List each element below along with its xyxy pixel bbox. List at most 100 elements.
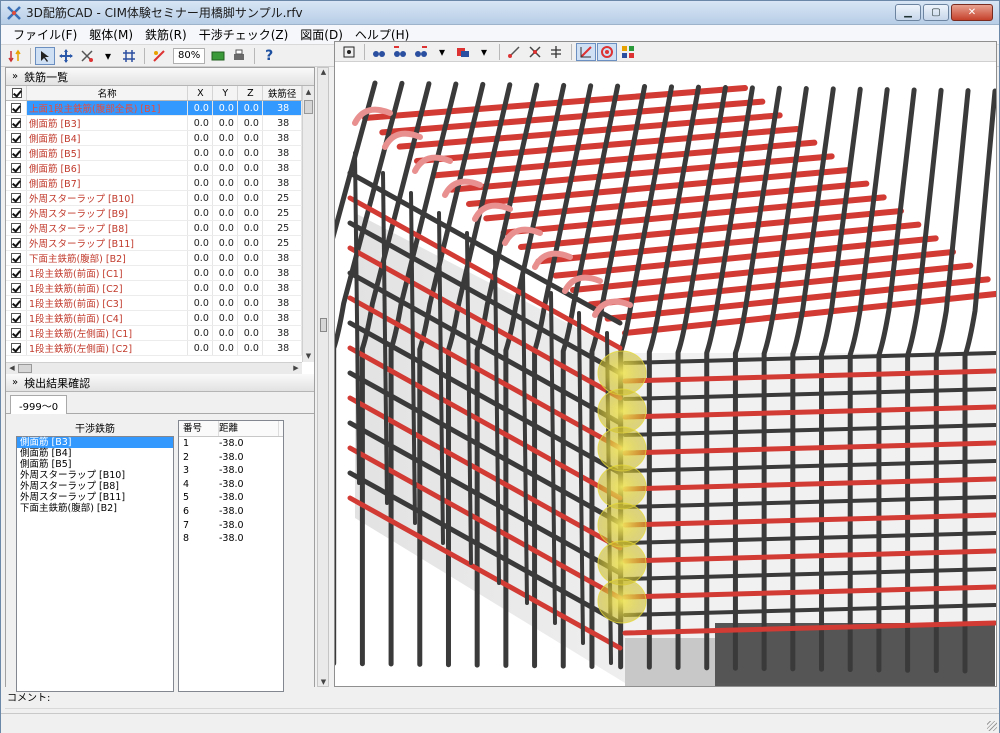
move-icon[interactable] <box>56 47 76 65</box>
rebar-checkbox[interactable] <box>11 313 21 323</box>
select-arrow-icon[interactable] <box>35 46 55 65</box>
rebar-checkbox[interactable] <box>11 223 21 233</box>
table-row[interactable]: 4 -38.0 <box>179 478 283 492</box>
row-check[interactable] <box>6 175 27 191</box>
table-row[interactable]: 側面筋 [B4] 0.0 0.0 0.0 38 <box>6 130 302 146</box>
comment-bar[interactable]: コメント: <box>5 691 997 709</box>
scroll-thumb[interactable] <box>320 318 327 332</box>
scroll-thumb[interactable] <box>18 364 32 373</box>
rebar-vertical-scrollbar[interactable]: ▲ ▼ <box>302 86 314 362</box>
check-all-checkbox[interactable] <box>12 88 23 98</box>
tab-range[interactable]: -999～0 <box>10 395 68 415</box>
rebar-checkbox[interactable] <box>11 193 21 203</box>
row-check[interactable] <box>6 145 27 161</box>
table-row[interactable]: 8 -38.0 <box>179 532 283 546</box>
table-row[interactable]: 3 -38.0 <box>179 464 283 478</box>
binoculars-prev-icon[interactable] <box>390 43 410 61</box>
column-header[interactable]: Y <box>212 86 239 101</box>
rebar-checkbox[interactable] <box>11 163 21 173</box>
list-item[interactable]: 外周スターラップ [B11] <box>17 492 173 503</box>
minimize-button[interactable]: ▁ <box>895 4 921 21</box>
list-item[interactable]: 下面主鉄筋(腹部) [B2] <box>17 503 173 514</box>
list-item[interactable]: 外周スターラップ [B10] <box>17 470 173 481</box>
interference-marker[interactable] <box>597 388 647 434</box>
row-check[interactable] <box>6 205 27 221</box>
row-check[interactable] <box>6 100 27 116</box>
fit-view-icon[interactable] <box>339 43 359 61</box>
table-row[interactable]: 外周スターラップ [B10] 0.0 0.0 0.0 25 <box>6 190 302 206</box>
row-check[interactable] <box>6 160 27 176</box>
table-row[interactable]: 側面筋 [B5] 0.0 0.0 0.0 38 <box>6 145 302 161</box>
rebar-checkbox[interactable] <box>11 268 21 278</box>
collapse-chevron-icon[interactable]: » <box>12 71 18 82</box>
target-icon[interactable] <box>597 42 617 61</box>
row-check[interactable] <box>6 325 27 341</box>
dimension-icon[interactable] <box>504 43 524 61</box>
column-header[interactable]: X <box>187 86 214 101</box>
table-row[interactable]: 6 -38.0 <box>179 505 283 519</box>
intersect-icon[interactable] <box>525 43 545 61</box>
row-check[interactable] <box>6 295 27 311</box>
3d-viewport[interactable] <box>335 63 996 686</box>
view-icon[interactable] <box>208 47 228 65</box>
table-row[interactable]: 外周スターラップ [B9] 0.0 0.0 0.0 25 <box>6 205 302 221</box>
color-palette-icon[interactable] <box>618 43 638 61</box>
table-row[interactable]: 1段主鉄筋(前面) [C3] 0.0 0.0 0.0 38 <box>6 295 302 311</box>
rebar-checkbox[interactable] <box>11 253 21 263</box>
close-button[interactable]: ✕ <box>951 4 993 21</box>
table-row[interactable]: 5 -38.0 <box>179 491 283 505</box>
collapse-chevron-icon[interactable]: » <box>12 377 18 388</box>
row-check[interactable] <box>6 265 27 281</box>
rebar-checkbox[interactable] <box>11 343 21 353</box>
list-item[interactable]: 側面筋 [B4] <box>17 448 173 459</box>
table-row[interactable]: 側面筋 [B3] 0.0 0.0 0.0 38 <box>6 115 302 131</box>
interference-marker[interactable] <box>597 426 647 472</box>
dropdown-chevron-icon[interactable]: ▾ <box>474 43 494 61</box>
column-header[interactable]: 鉄筋径 <box>262 86 302 101</box>
dropdown-chevron-icon[interactable]: ▾ <box>432 43 452 61</box>
binoculars-next-icon[interactable] <box>411 43 431 61</box>
binoculars-icon[interactable] <box>369 43 389 61</box>
render-mode-icon[interactable] <box>576 42 596 61</box>
left-panel-scrollbar[interactable]: ▲ ▼ <box>317 67 329 687</box>
scroll-down-icon[interactable]: ▼ <box>318 678 329 686</box>
interference-marker[interactable] <box>597 502 647 548</box>
list-item[interactable]: 側面筋 [B5] <box>17 459 173 470</box>
snap-icon[interactable] <box>149 47 169 65</box>
table-row[interactable]: 側面筋 [B7] 0.0 0.0 0.0 38 <box>6 175 302 191</box>
rebar-checkbox[interactable] <box>11 328 21 338</box>
scroll-up-icon[interactable]: ▲ <box>303 86 314 98</box>
rebar-checkbox[interactable] <box>11 178 21 188</box>
interference-marker[interactable] <box>597 464 647 510</box>
title-bar[interactable]: 3D配筋CAD - CIM体験セミナー用橋脚サンプル.rfv ▁ ▢ ✕ <box>1 1 999 25</box>
menu-file[interactable]: ファイル(F) <box>7 26 83 43</box>
row-check[interactable] <box>6 310 27 326</box>
menu-interference[interactable]: 干渉チェック(Z) <box>193 26 295 43</box>
sort-icon[interactable] <box>5 47 25 65</box>
rebar-checkbox[interactable] <box>11 298 21 308</box>
row-check[interactable] <box>6 250 27 266</box>
column-header[interactable]: Z <box>237 86 264 101</box>
row-check[interactable] <box>6 340 27 356</box>
scroll-left-icon[interactable]: ◀ <box>6 363 18 374</box>
rebar-checkbox[interactable] <box>11 208 21 218</box>
table-row[interactable]: 外周スターラップ [B11] 0.0 0.0 0.0 25 <box>6 235 302 251</box>
scroll-thumb[interactable] <box>304 100 313 114</box>
rebar-checkbox[interactable] <box>11 133 21 143</box>
scroll-right-icon[interactable]: ▶ <box>290 363 302 374</box>
table-row[interactable]: 1段主鉄筋(前面) [C4] 0.0 0.0 0.0 38 <box>6 310 302 326</box>
row-check[interactable] <box>6 190 27 206</box>
interference-marker[interactable] <box>597 578 647 624</box>
rebar-checkbox[interactable] <box>11 238 21 248</box>
table-row[interactable]: 1段主鉄筋(前面) [C2] 0.0 0.0 0.0 38 <box>6 280 302 296</box>
rebar-checkbox[interactable] <box>11 118 21 128</box>
result-header[interactable]: » 検出結果確認 <box>6 374 314 392</box>
help-icon[interactable]: ? <box>259 47 279 65</box>
layer-icon[interactable] <box>453 43 473 61</box>
table-row[interactable]: 2 -38.0 <box>179 451 283 465</box>
rebar-checkbox[interactable] <box>11 103 21 113</box>
resize-grip-icon[interactable] <box>987 721 997 731</box>
column-header[interactable]: 名称 <box>26 86 189 101</box>
zoom-level[interactable]: 80% <box>173 47 206 64</box>
rebar-checkbox[interactable] <box>11 283 21 293</box>
